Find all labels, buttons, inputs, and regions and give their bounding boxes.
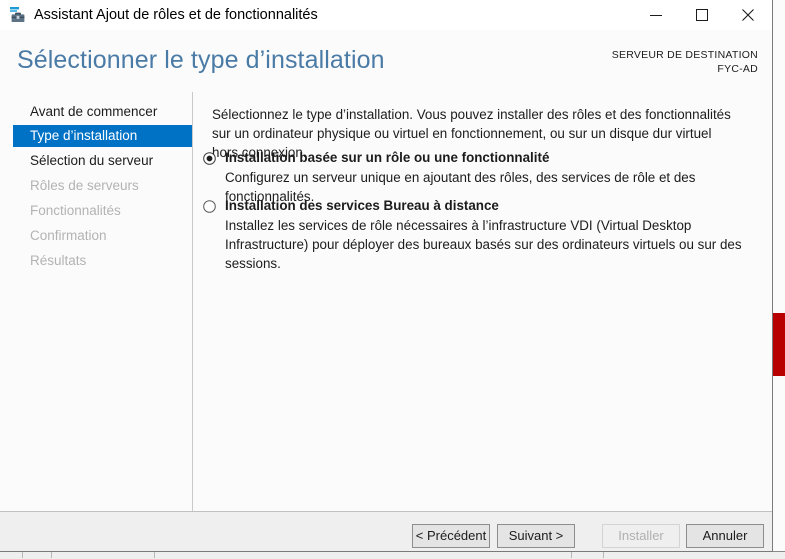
next-button[interactable]: Suivant > xyxy=(497,524,575,548)
window-title: Assistant Ajout de rôles et de fonctionn… xyxy=(34,6,318,24)
page-header: Sélectionner le type d’installation SERV… xyxy=(0,30,772,92)
cancel-button[interactable]: Annuler xyxy=(686,524,764,548)
toolbox-icon xyxy=(9,6,27,24)
sidebar-item-roles-de-serveurs: Rôles de serveurs xyxy=(13,175,192,197)
wizard-footer: < Précédent Suivant > Installer Annuler xyxy=(0,511,772,552)
main-content-panel: Sélectionnez le type d’installation. Vou… xyxy=(194,92,772,511)
taskbar-tick xyxy=(22,552,23,558)
background-red-accent-bar xyxy=(773,313,785,376)
taskbar-tick xyxy=(603,552,604,558)
sidebar-item-selection-serveur[interactable]: Sélection du serveur xyxy=(13,150,192,172)
sidebar-item-type-installation[interactable]: Type d’installation xyxy=(13,125,192,147)
destination-server-label: SERVEUR DE DESTINATION xyxy=(612,48,758,62)
option-title: Installation basée sur un rôle ou une fo… xyxy=(225,149,549,167)
minimize-icon xyxy=(633,0,679,30)
taskbar-tick xyxy=(571,552,572,558)
close-button[interactable] xyxy=(725,0,771,30)
wizard-body: Avant de commencer Type d’installation S… xyxy=(0,92,772,511)
sidebar-item-avant-de-commencer[interactable]: Avant de commencer xyxy=(13,101,192,123)
radio-selected-icon[interactable] xyxy=(203,152,216,165)
sidebar-item-confirmation: Confirmation xyxy=(13,225,192,247)
destination-server-block: SERVEUR DE DESTINATION FYC-AD xyxy=(612,48,758,76)
taskbar-tick xyxy=(154,552,155,558)
close-icon xyxy=(725,0,771,30)
radio-unselected-icon[interactable] xyxy=(203,200,216,213)
add-roles-wizard-window: Assistant Ajout de rôles et de fonctionn… xyxy=(0,0,773,552)
destination-server-name: FYC-AD xyxy=(612,62,758,76)
previous-button[interactable]: < Précédent xyxy=(412,524,490,548)
title-bar: Assistant Ajout de rôles et de fonctionn… xyxy=(0,0,772,30)
taskbar-tick xyxy=(51,552,52,558)
page-title: Sélectionner le type d’installation xyxy=(17,46,385,75)
sidebar-item-resultats: Résultats xyxy=(13,250,192,272)
install-button: Installer xyxy=(602,524,680,548)
sidebar-item-fonctionnalites: Fonctionnalités xyxy=(13,200,192,222)
minimize-button[interactable] xyxy=(633,0,679,30)
wizard-sidebar: Avant de commencer Type d’installation S… xyxy=(0,92,193,511)
option-description: Installez les services de rôle nécessair… xyxy=(225,216,755,273)
option-title: Installation des services Bureau à dista… xyxy=(225,197,499,215)
maximize-button[interactable] xyxy=(679,0,725,30)
maximize-icon xyxy=(679,0,725,30)
